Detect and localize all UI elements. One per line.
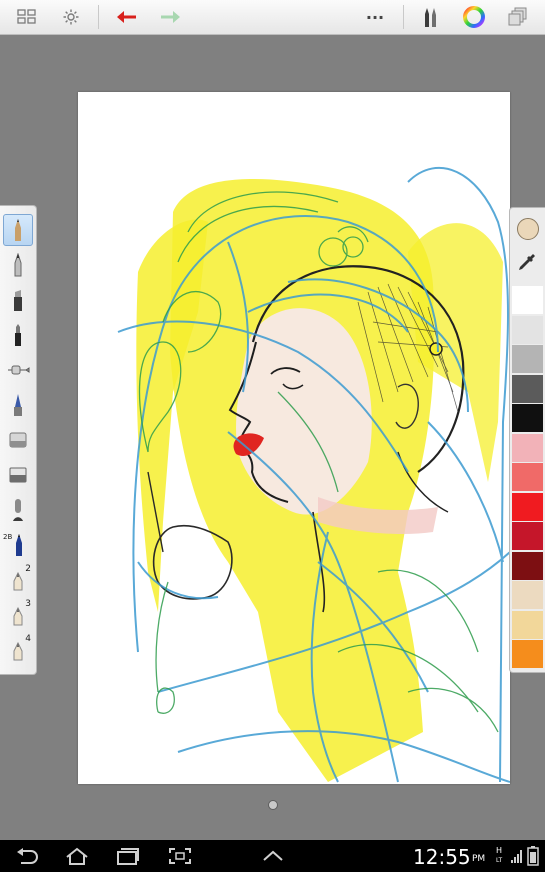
tool-ballpoint[interactable] xyxy=(3,249,33,281)
brush-slot-number: 4 xyxy=(25,634,31,644)
brushes-icon[interactable] xyxy=(416,0,446,34)
tool-hard-eraser[interactable] xyxy=(3,459,33,491)
color-palette xyxy=(509,207,545,673)
tool-custom-brush-2[interactable]: 2 xyxy=(3,564,33,596)
color-swatch[interactable] xyxy=(512,492,543,521)
current-color-swatch[interactable] xyxy=(517,218,539,240)
tool-soft-eraser[interactable] xyxy=(3,424,33,456)
color-swatch[interactable] xyxy=(512,463,543,491)
pencil-icon xyxy=(15,219,21,241)
tool-airbrush[interactable] xyxy=(3,354,33,386)
tool-custom-brush-3[interactable]: 3 xyxy=(3,599,33,631)
color-swatch[interactable] xyxy=(512,522,543,550)
network-indicator: H LT xyxy=(496,846,502,865)
eyedropper-icon[interactable] xyxy=(517,252,537,278)
brush-palette: 2B 2 3 4 xyxy=(0,205,37,675)
color-swatch[interactable] xyxy=(512,404,543,432)
tool-felt-pen[interactable] xyxy=(3,319,33,351)
smudge-icon xyxy=(13,499,23,521)
toolbar-divider xyxy=(98,5,99,29)
brush-slot-number: 3 xyxy=(25,599,31,609)
ballpoint-icon xyxy=(14,253,22,277)
marker-icon xyxy=(14,290,22,311)
home-icon[interactable] xyxy=(62,840,92,872)
tool-marker[interactable] xyxy=(3,284,33,316)
color-swatch[interactable] xyxy=(512,640,543,668)
color-wheel-icon[interactable] xyxy=(458,0,490,34)
hard-eraser-icon xyxy=(9,467,27,483)
system-navigation-bar: 12:55 PM H LT xyxy=(0,840,545,872)
back-icon[interactable] xyxy=(12,840,42,872)
tool-paintbrush[interactable] xyxy=(3,389,33,421)
color-swatch[interactable] xyxy=(512,551,543,580)
network-sub: LT xyxy=(496,857,503,864)
felt-pen-icon xyxy=(15,324,21,346)
layers-icon[interactable] xyxy=(502,0,534,34)
tool-custom-brush-4[interactable]: 4 xyxy=(3,634,33,666)
color-swatch[interactable] xyxy=(512,581,543,609)
tool-label: 2B xyxy=(3,533,13,541)
gear-icon[interactable] xyxy=(55,0,87,34)
recent-apps-icon[interactable] xyxy=(113,840,143,872)
chevron-up-icon[interactable] xyxy=(258,840,288,872)
top-toolbar: ··· xyxy=(0,0,545,35)
color-swatch[interactable] xyxy=(512,374,543,403)
toolbar-divider xyxy=(403,5,404,29)
sketch-artwork xyxy=(117,166,511,783)
battery-icon xyxy=(527,846,539,870)
tool-2b-pencil[interactable]: 2B xyxy=(3,529,33,561)
network-type: H xyxy=(496,846,503,855)
airbrush-icon xyxy=(8,365,30,375)
status-clock: 12:55 xyxy=(413,845,471,869)
tool-smudge[interactable] xyxy=(3,494,33,526)
screenshot-icon[interactable] xyxy=(165,840,195,872)
color-swatch[interactable] xyxy=(512,345,543,373)
drawing-canvas[interactable] xyxy=(78,92,511,784)
gallery-icon[interactable] xyxy=(10,0,44,34)
color-swatch[interactable] xyxy=(512,315,543,344)
undo-icon[interactable] xyxy=(112,0,142,34)
custom-brush-icon xyxy=(13,641,23,661)
brush-slot-number: 2 xyxy=(25,564,31,574)
more-options-button[interactable]: ··· xyxy=(360,0,390,34)
color-swatch[interactable] xyxy=(512,286,543,314)
2b-pencil-icon xyxy=(16,534,22,556)
color-swatch[interactable] xyxy=(512,610,543,639)
soft-eraser-icon xyxy=(9,432,27,448)
signal-icon xyxy=(510,848,524,868)
status-ampm: PM xyxy=(472,854,486,864)
page-indicator[interactable] xyxy=(268,800,278,810)
paintbrush-icon xyxy=(14,394,22,416)
custom-brush-icon xyxy=(13,571,23,591)
redo-icon[interactable] xyxy=(155,0,185,34)
tool-pencil[interactable] xyxy=(3,214,33,246)
custom-brush-icon xyxy=(13,606,23,626)
color-swatch[interactable] xyxy=(512,433,543,462)
